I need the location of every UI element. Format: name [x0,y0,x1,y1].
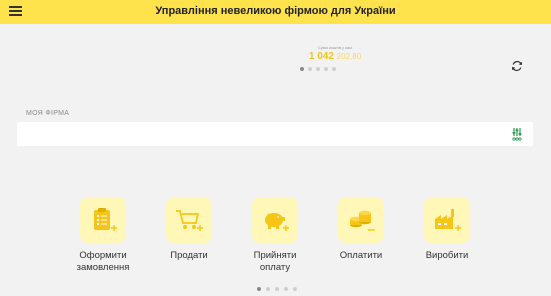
pager-dot[interactable] [316,67,320,71]
action-label: Виробити [425,250,469,261]
action-tile[interactable] [424,197,470,243]
pager-dot[interactable] [266,287,270,291]
action-tile[interactable] [252,197,298,243]
balance-caption: Сума коштів у касі [317,45,353,50]
pager-dot[interactable] [324,67,328,71]
action-receive-payment[interactable]: Прийняти оплату [239,197,311,274]
app-title: Управління невеликою фірмою для України [155,5,396,17]
pager-dot[interactable] [332,67,336,71]
settings-sliders-icon[interactable] [511,127,523,141]
action-label: Прийняти оплату [253,250,297,273]
top-bar: Управління невеликою фірмою для України [0,0,551,24]
action-produce[interactable]: Виробити [411,197,483,262]
action-label: Оформити замовлення [76,250,130,273]
balance-amount[interactable]: 1 042 202,80 [270,51,400,62]
pager-dot[interactable] [293,287,297,291]
top-pager-dots[interactable] [300,67,336,71]
action-label: Оплатити [339,250,383,261]
action-label: Продати [170,250,208,261]
cart-plus-icon [176,210,203,231]
pager-dot[interactable] [257,287,261,291]
pager-dot[interactable] [275,287,279,291]
piggy-bank-icon [265,213,289,231]
quick-actions: Оформити замовлення Продати Прийняти опл… [0,197,551,277]
coins-minus-icon [350,210,375,231]
pager-dot[interactable] [308,67,312,71]
action-tile[interactable] [166,197,212,243]
action-sell[interactable]: Продати [153,197,225,262]
my-firm-label: МОЯ ФІРМА [26,110,70,117]
action-tile[interactable] [80,197,126,243]
pager-dot[interactable] [284,287,288,291]
balance-main: 1 042 [308,51,334,62]
balance-cents: 202,80 [336,52,362,61]
action-order[interactable]: Оформити замовлення [67,197,139,274]
factory-plus-icon [435,209,461,231]
action-pay[interactable]: Оплатити [325,197,397,262]
pager-dot[interactable] [300,67,304,71]
order-form-icon [94,208,117,231]
refresh-icon[interactable] [511,60,523,72]
action-tile[interactable] [338,197,384,243]
my-firm-card[interactable] [17,122,533,146]
bottom-pager-dots[interactable] [257,287,297,291]
